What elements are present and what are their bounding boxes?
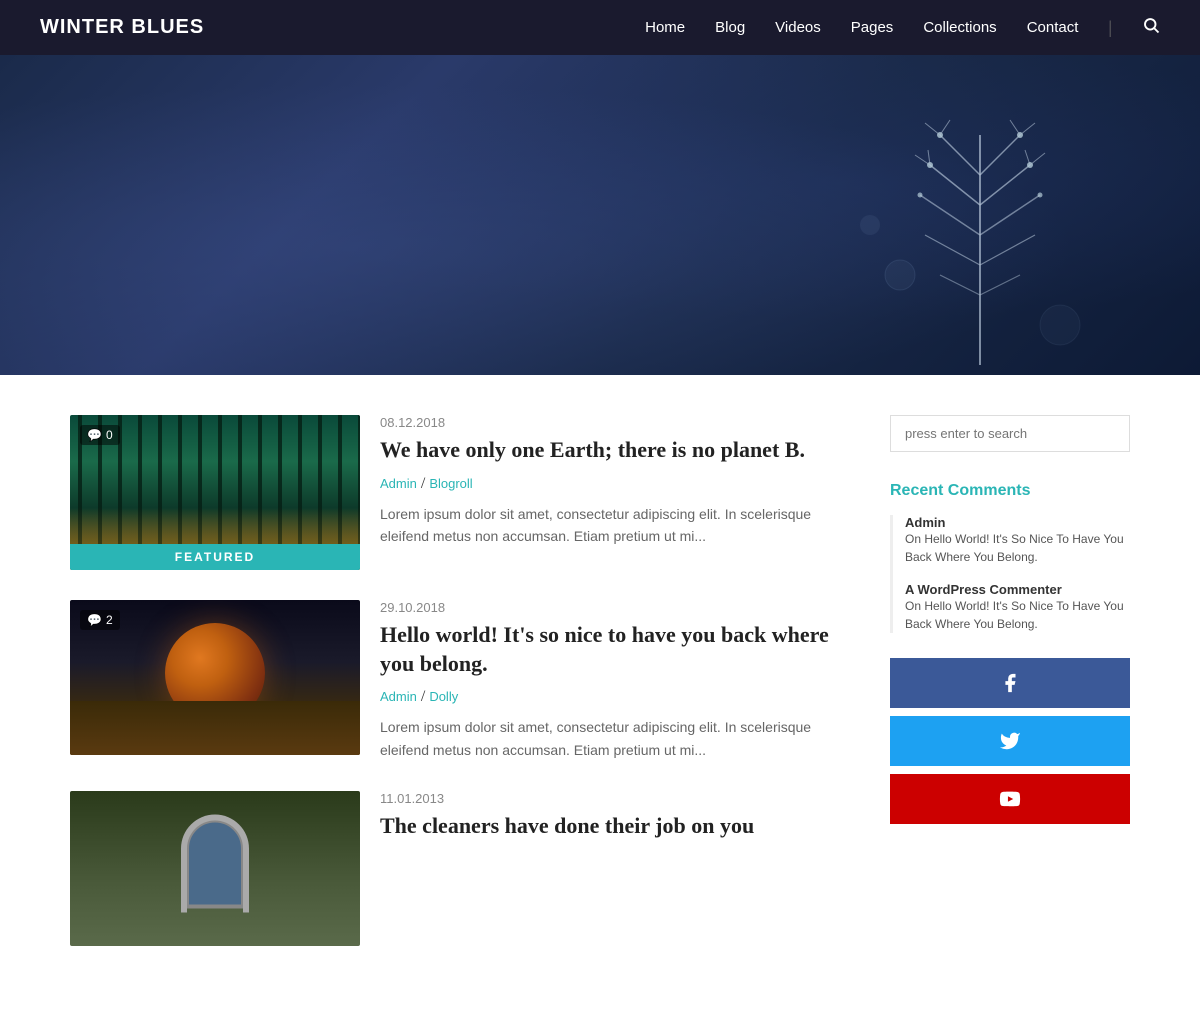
site-header: WINTER BLUES Home Blog Videos Pages Coll…: [0, 0, 1200, 55]
search-icon: [1142, 16, 1160, 34]
twitter-icon: [999, 730, 1021, 752]
post-content-1: 08.12.2018 We have only one Earth; there…: [380, 415, 850, 547]
nav-divider: |: [1108, 17, 1112, 38]
nav-collections[interactable]: Collections: [923, 19, 996, 36]
comment-entry-1: Admin On Hello World! It's So Nice To Ha…: [905, 515, 1130, 566]
sidebar: Recent Comments Admin On Hello World! It…: [890, 415, 1130, 976]
comment-text-1: On Hello World! It's So Nice To Have You…: [905, 530, 1130, 566]
door-thumbnail: [70, 791, 360, 946]
nav-videos[interactable]: Videos: [775, 19, 821, 36]
post-title-1[interactable]: We have only one Earth; there is no plan…: [380, 436, 850, 465]
post-title-link-3[interactable]: The cleaners have done their job on you: [380, 813, 754, 838]
post-date-3: 11.01.2013: [380, 791, 850, 806]
post-title-link-2[interactable]: Hello world! It's so nice to have you ba…: [380, 622, 829, 676]
post-title-link-1[interactable]: We have only one Earth; there is no plan…: [380, 437, 805, 462]
twitter-button[interactable]: [890, 716, 1130, 766]
comment-count-2: 2: [106, 613, 113, 627]
nav-pages[interactable]: Pages: [851, 19, 894, 36]
post-title-3[interactable]: The cleaners have done their job on you: [380, 812, 850, 841]
post-date-2: 29.10.2018: [380, 600, 850, 615]
nav-home[interactable]: Home: [645, 19, 685, 36]
comment-author-2: A WordPress Commenter: [905, 582, 1130, 597]
comment-badge-1: 💬 0: [80, 425, 120, 445]
post-thumbnail-1: 💬 0 FEATURED: [70, 415, 360, 570]
search-toggle-button[interactable]: [1142, 16, 1160, 39]
post-thumbnail-2: 💬 2: [70, 600, 360, 755]
comment-count-1: 0: [106, 428, 113, 442]
post-title-2[interactable]: Hello world! It's so nice to have you ba…: [380, 621, 850, 678]
hero-decoration: [840, 75, 1120, 375]
comment-icon: 💬: [87, 428, 102, 442]
featured-badge: FEATURED: [70, 544, 360, 570]
post-category-2[interactable]: Dolly: [429, 689, 458, 704]
post-excerpt-2: Lorem ipsum dolor sit amet, consectetur …: [380, 716, 850, 761]
post-item: 💬 0 FEATURED 08.12.2018 We have only one…: [70, 415, 850, 570]
comments-widget: Admin On Hello World! It's So Nice To Ha…: [890, 515, 1130, 633]
post-category-1[interactable]: Blogroll: [429, 476, 472, 491]
search-input[interactable]: [890, 415, 1130, 452]
site-title: WINTER BLUES: [40, 16, 204, 39]
post-meta-1: Admin / Blogroll: [380, 475, 850, 493]
post-date-1: 08.12.2018: [380, 415, 850, 430]
post-author-1[interactable]: Admin: [380, 476, 417, 491]
nav-contact[interactable]: Contact: [1027, 19, 1079, 36]
facebook-button[interactable]: [890, 658, 1130, 708]
post-item-3: 11.01.2013 The cleaners have done their …: [70, 791, 850, 946]
comment-author-1: Admin: [905, 515, 1130, 530]
recent-comments-title: Recent Comments: [890, 482, 1130, 500]
main-container: 💬 0 FEATURED 08.12.2018 We have only one…: [50, 375, 1150, 1016]
door-arch: [185, 819, 245, 909]
post-excerpt-1: Lorem ipsum dolor sit amet, consectetur …: [380, 503, 850, 548]
facebook-icon: [999, 672, 1021, 694]
post-meta-2: Admin / Dolly: [380, 688, 850, 706]
planet-ground: [70, 701, 360, 755]
post-thumbnail-3: [70, 791, 360, 946]
post-item-2: 💬 2 29.10.2018 Hello world! It's so nice…: [70, 600, 850, 761]
comment-badge-2: 💬 2: [80, 610, 120, 630]
nav-blog[interactable]: Blog: [715, 19, 745, 36]
post-author-2[interactable]: Admin: [380, 689, 417, 704]
comment-entry-2: A WordPress Commenter On Hello World! It…: [905, 582, 1130, 633]
main-nav: Home Blog Videos Pages Collections Conta…: [645, 16, 1160, 39]
comment-text-2: On Hello World! It's So Nice To Have You…: [905, 597, 1130, 633]
youtube-button[interactable]: [890, 774, 1130, 824]
comment-icon-2: 💬: [87, 613, 102, 627]
post-content-2: 29.10.2018 Hello world! It's so nice to …: [380, 600, 850, 761]
posts-section: 💬 0 FEATURED 08.12.2018 We have only one…: [70, 415, 850, 976]
hero-banner: [0, 55, 1200, 375]
youtube-icon: [999, 788, 1021, 810]
post-content-3: 11.01.2013 The cleaners have done their …: [380, 791, 850, 851]
